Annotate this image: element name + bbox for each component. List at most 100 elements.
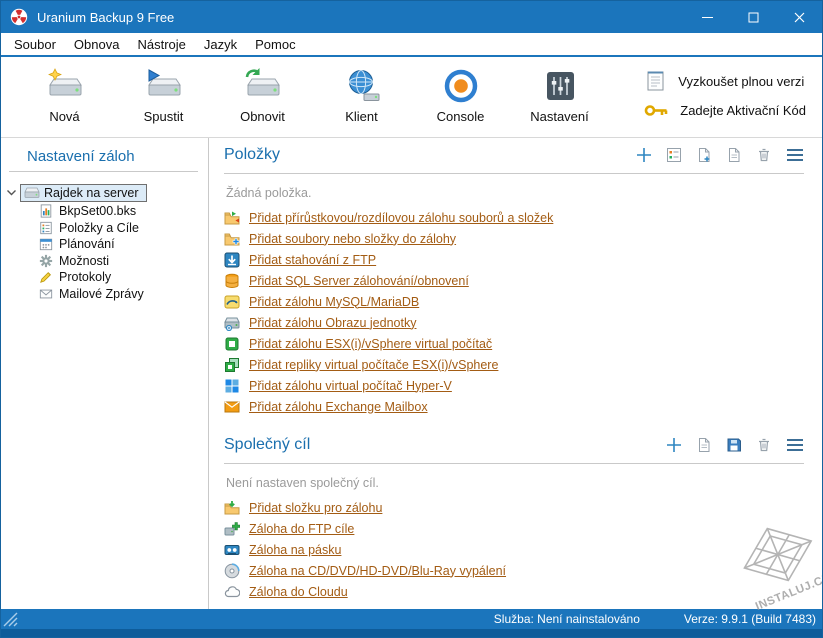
esx-vm-icon xyxy=(224,336,240,352)
add-drive-image-backup-link[interactable]: Přidat zálohu Obrazu jednotky xyxy=(224,312,416,333)
document-button[interactable] xyxy=(726,147,742,163)
bottom-strip xyxy=(1,629,822,637)
add-sql-server-backup-link[interactable]: Přidat SQL Server zálohování/obnovení xyxy=(224,270,469,291)
tree-item-label: Mailové Zprávy xyxy=(59,287,144,301)
list-view-button[interactable] xyxy=(666,147,682,163)
settings-button[interactable]: Nastavení xyxy=(510,64,609,124)
schedule-calendar-icon xyxy=(39,237,53,251)
sidebar-title: Nastavení záloh xyxy=(1,141,208,171)
enter-activation-code-button[interactable]: Zadejte Aktivační Kód xyxy=(644,102,806,119)
tree-item-label: Plánování xyxy=(59,237,115,251)
delete-item-button[interactable] xyxy=(756,147,772,163)
add-item-button[interactable] xyxy=(636,147,652,163)
cloud-backup-link[interactable]: Záloha do Cloudu xyxy=(224,581,348,602)
tree-item-bkpset[interactable]: BkpSet00.bks xyxy=(1,203,208,220)
server-drive-icon xyxy=(24,187,40,199)
target-section-title: Společný cíl xyxy=(224,436,666,454)
items-targets-icon xyxy=(39,221,53,235)
hyperv-icon xyxy=(224,378,240,394)
client-globe-icon xyxy=(343,66,381,106)
maximize-button[interactable] xyxy=(730,1,776,33)
close-button[interactable] xyxy=(776,1,822,33)
add-mysql-backup-link[interactable]: Přidat zálohu MySQL/MariaDB xyxy=(224,291,419,312)
tree-item-label: Protokoly xyxy=(59,270,111,284)
tree-item-polozky-a-cile[interactable]: Položky a Cíle xyxy=(1,220,208,237)
service-status: Služba: Není nainstalováno xyxy=(494,612,640,626)
esx-replica-icon xyxy=(224,357,240,373)
toolbar-label-console: Console xyxy=(437,109,485,124)
tree-item-label: BkpSet00.bks xyxy=(59,204,136,218)
add-ftp-download-link[interactable]: Přidat stahování z FTP xyxy=(224,249,376,270)
add-esx-replica-link[interactable]: Přidat repliky virtual počítače ESX(i)/v… xyxy=(224,354,498,375)
console-button[interactable]: Console xyxy=(411,64,510,124)
console-target-icon xyxy=(443,66,479,106)
app-window: Uranium Backup 9 Free Soubor Obnova Nást… xyxy=(0,0,823,638)
window-controls xyxy=(684,1,822,33)
add-target-button[interactable] xyxy=(666,437,682,453)
items-section-header: Položky xyxy=(224,143,804,167)
add-exchange-backup-link[interactable]: Přidat zálohu Exchange Mailbox xyxy=(224,396,428,417)
tree-item-moznosti[interactable]: Možnosti xyxy=(1,253,208,270)
options-gear-icon xyxy=(39,254,53,268)
toolbar-label-obnovit: Obnovit xyxy=(240,109,285,124)
try-full-version-label: Vyzkoušet plnou verzi xyxy=(678,74,804,89)
tree-item-label: Položky a Cíle xyxy=(59,221,139,235)
tree-item-planovani[interactable]: Plánování xyxy=(1,236,208,253)
delete-target-button[interactable] xyxy=(756,437,772,453)
target-menu-button[interactable] xyxy=(786,438,804,452)
new-backup-drive-icon xyxy=(44,66,86,106)
cloud-icon xyxy=(224,584,240,600)
new-document-button[interactable] xyxy=(696,147,712,163)
menu-item-jazyk[interactable]: Jazyk xyxy=(195,35,246,54)
version-status: Verze: 9.9.1 (Build 7483) xyxy=(684,612,816,626)
items-section-rule xyxy=(224,173,804,174)
items-empty-text: Žádná položka. xyxy=(226,186,804,201)
tree-root-rajdek-na-server[interactable]: Rajdek na server xyxy=(1,182,208,203)
chevron-down-icon xyxy=(6,188,17,197)
client-button[interactable]: Klient xyxy=(312,64,411,124)
menu-item-soubor[interactable]: Soubor xyxy=(5,35,65,54)
menu-item-pomoc[interactable]: Pomoc xyxy=(246,35,304,54)
toolbar-label-nova: Nová xyxy=(49,109,79,124)
add-esx-vm-backup-link[interactable]: Přidat zálohu ESX(i)/vSphere virtual poč… xyxy=(224,333,492,354)
drive-image-icon xyxy=(224,315,240,331)
restore-button[interactable]: Obnovit xyxy=(213,64,312,124)
tape-icon xyxy=(224,542,240,558)
restore-drive-icon xyxy=(242,66,284,106)
items-links: Přidat přírůstkovou/rozdílovou zálohu so… xyxy=(224,207,804,417)
tree-item-mailove-zpravy[interactable]: Mailové Zprávy xyxy=(1,286,208,303)
run-backup-button[interactable]: Spustit xyxy=(114,64,213,124)
section-gap xyxy=(224,417,804,433)
main-panel: Položky xyxy=(209,138,822,609)
tape-backup-link[interactable]: Záloha na pásku xyxy=(224,539,341,560)
backup-settings-sidebar: Nastavení záloh xyxy=(1,138,209,609)
menu-item-obnova[interactable]: Obnova xyxy=(65,35,129,54)
menu-item-nastroje[interactable]: Nástroje xyxy=(128,35,194,54)
disc-burn-link[interactable]: Záloha na CD/DVD/HD-DVD/Blu-Ray vypálení xyxy=(224,560,506,581)
notepad-icon xyxy=(644,69,666,93)
tree-root-selection: Rajdek na server xyxy=(20,184,147,202)
key-icon xyxy=(644,102,668,119)
toolbar-label-nastaveni: Nastavení xyxy=(530,109,589,124)
incremental-backup-icon xyxy=(224,210,240,226)
ftp-target-link[interactable]: Záloha do FTP cíle xyxy=(224,518,354,539)
target-document-button[interactable] xyxy=(696,437,712,453)
minimize-button[interactable] xyxy=(684,1,730,33)
save-target-button[interactable] xyxy=(726,437,742,453)
add-hyperv-backup-link[interactable]: Přidat zálohu virtual počítač Hyper-V xyxy=(224,375,452,396)
tree-root-label: Rajdek na server xyxy=(44,186,139,200)
add-backup-folder-link[interactable]: Přidat složku pro zálohu xyxy=(224,497,382,518)
toolbar-label-klient: Klient xyxy=(345,109,378,124)
target-empty-text: Není nastaven společný cíl. xyxy=(226,476,804,491)
main-toolbar: Nová Spustit xyxy=(1,57,822,138)
target-section-rule xyxy=(224,463,804,464)
disc-burn-icon xyxy=(224,563,240,579)
items-section-toolbar xyxy=(636,147,804,163)
items-menu-button[interactable] xyxy=(786,148,804,162)
add-files-to-backup-link[interactable]: Přidat soubory nebo složky do zálohy xyxy=(224,228,456,249)
new-backup-button[interactable]: Nová xyxy=(15,64,114,124)
add-incremental-backup-link[interactable]: Přidat přírůstkovou/rozdílovou zálohu so… xyxy=(224,207,553,228)
tree-item-protokoly[interactable]: Protokoly xyxy=(1,269,208,286)
try-full-version-button[interactable]: Vyzkoušet plnou verzi xyxy=(644,69,806,93)
sql-server-icon xyxy=(224,273,240,289)
